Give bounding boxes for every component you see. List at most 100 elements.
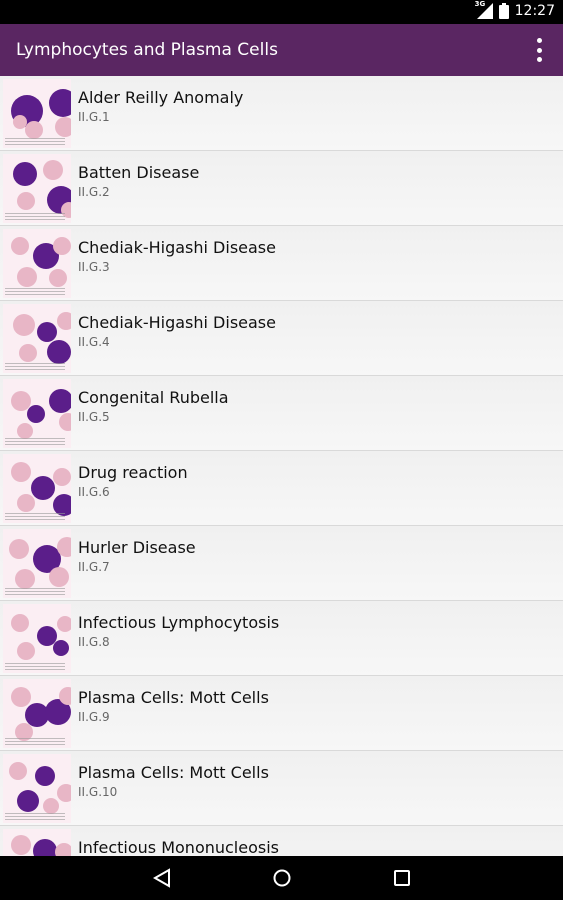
- thumbnail-image: [3, 604, 71, 662]
- thumbnail-image: [3, 529, 71, 589]
- list-item[interactable]: Batten Disease II.G.2: [0, 151, 563, 226]
- item-list: Alder Reilly Anomaly II.G.1 Batten Disease…: [0, 76, 563, 856]
- item-code: II.G.7: [78, 560, 110, 574]
- thumbnail-image: [3, 229, 71, 287]
- item-code: II.G.4: [78, 335, 110, 349]
- thumbnail-caption: [5, 738, 65, 746]
- list-item[interactable]: Congenital Rubella II.G.5: [0, 376, 563, 451]
- list-item[interactable]: Chediak-Higashi Disease II.G.4: [0, 301, 563, 376]
- item-title: Hurler Disease: [78, 538, 196, 557]
- item-title: Alder Reilly Anomaly: [78, 88, 244, 107]
- cell-shape: [13, 314, 35, 336]
- cell-shape: [57, 616, 71, 632]
- cell-shape: [53, 640, 69, 656]
- item-code: II.G.5: [78, 410, 110, 424]
- item-title: Plasma Cells: Mott Cells: [78, 763, 269, 782]
- item-code: II.G.9: [78, 710, 110, 724]
- thumbnail-caption: [5, 363, 65, 371]
- cell-shape: [9, 539, 29, 559]
- cell-shape: [13, 115, 27, 129]
- item-thumbnail: [3, 754, 71, 823]
- thumbnail-caption: [5, 813, 65, 821]
- cell-shape: [9, 762, 27, 780]
- cell-shape: [57, 784, 71, 802]
- item-thumbnail: [3, 604, 71, 673]
- list-item[interactable]: Infectious Mononucleosis: [0, 826, 563, 856]
- list-item[interactable]: Chediak-Higashi Disease II.G.3: [0, 226, 563, 301]
- list-item[interactable]: Hurler Disease II.G.7: [0, 526, 563, 601]
- thumbnail-image: [3, 454, 71, 516]
- cell-shape: [11, 614, 29, 632]
- cell-shape: [47, 340, 71, 364]
- thumbnail-image: [3, 379, 71, 439]
- thumbnail-image: [3, 829, 71, 856]
- thumbnail-caption: [5, 288, 65, 296]
- list-item[interactable]: Alder Reilly Anomaly II.G.1: [0, 76, 563, 151]
- cell-shape: [17, 267, 37, 287]
- list-item[interactable]: Infectious Lymphocytosis II.G.8: [0, 601, 563, 676]
- cell-shape: [57, 537, 71, 557]
- list-item[interactable]: Drug reaction II.G.6: [0, 451, 563, 526]
- item-title: Batten Disease: [78, 163, 200, 182]
- thumbnail-image: [3, 79, 71, 139]
- cell-shape: [25, 121, 43, 139]
- cell-shape: [43, 160, 63, 180]
- item-title: Chediak-Higashi Disease: [78, 313, 276, 332]
- recents-icon[interactable]: [391, 868, 413, 888]
- cell-shape: [55, 843, 71, 856]
- thumbnail-caption: [5, 513, 65, 521]
- cell-shape: [49, 269, 67, 287]
- list-item[interactable]: Plasma Cells: Mott Cells II.G.10: [0, 751, 563, 826]
- item-code: II.G.6: [78, 485, 110, 499]
- thumbnail-image: [3, 679, 71, 741]
- cell-shape: [27, 405, 45, 423]
- cell-shape: [53, 468, 71, 486]
- item-code: II.G.8: [78, 635, 110, 649]
- back-icon[interactable]: [151, 868, 173, 888]
- cell-shape: [53, 237, 71, 255]
- thumbnail-caption: [5, 138, 65, 146]
- cell-shape: [59, 413, 71, 431]
- signal-3g-icon: 3G: [475, 0, 493, 19]
- more-vert-icon[interactable]: [533, 38, 545, 62]
- item-code: II.G.10: [78, 785, 118, 799]
- thumbnail-image: [3, 154, 71, 218]
- cell-shape: [11, 835, 31, 855]
- page-title: Lymphocytes and Plasma Cells: [16, 40, 278, 60]
- status-time: 12:27: [514, 3, 555, 19]
- cell-shape: [19, 344, 37, 362]
- cell-shape: [17, 423, 33, 439]
- item-thumbnail: [3, 379, 71, 448]
- cell-shape: [17, 790, 39, 812]
- cell-shape: [55, 117, 71, 137]
- thumbnail-caption: [5, 213, 65, 221]
- thumbnail-caption: [5, 663, 65, 671]
- item-thumbnail: [3, 79, 71, 148]
- item-title: Drug reaction: [78, 463, 188, 482]
- item-title: Infectious Lymphocytosis: [78, 613, 280, 632]
- item-thumbnail: [3, 304, 71, 373]
- item-thumbnail: [3, 529, 71, 598]
- list-item[interactable]: Plasma Cells: Mott Cells II.G.9: [0, 676, 563, 751]
- battery-icon: [498, 3, 509, 19]
- thumbnail-caption: [5, 588, 65, 596]
- cell-shape: [11, 237, 29, 255]
- cell-shape: [15, 569, 35, 589]
- cell-shape: [43, 798, 59, 814]
- item-thumbnail: [3, 679, 71, 748]
- cell-shape: [35, 766, 55, 786]
- item-thumbnail: [3, 154, 71, 223]
- home-icon[interactable]: [271, 868, 293, 888]
- cell-shape: [13, 162, 37, 186]
- status-bar: 3G 12:27: [0, 0, 563, 24]
- cell-shape: [11, 687, 31, 707]
- app-bar: Lymphocytes and Plasma Cells: [0, 24, 563, 76]
- item-thumbnail: [3, 229, 71, 298]
- item-title: Chediak-Higashi Disease: [78, 238, 276, 257]
- item-code: II.G.1: [78, 110, 110, 124]
- cell-shape: [17, 494, 35, 512]
- cell-shape: [49, 567, 69, 587]
- cell-shape: [17, 192, 35, 210]
- thumbnail-caption: [5, 438, 65, 446]
- item-thumbnail: [3, 829, 71, 856]
